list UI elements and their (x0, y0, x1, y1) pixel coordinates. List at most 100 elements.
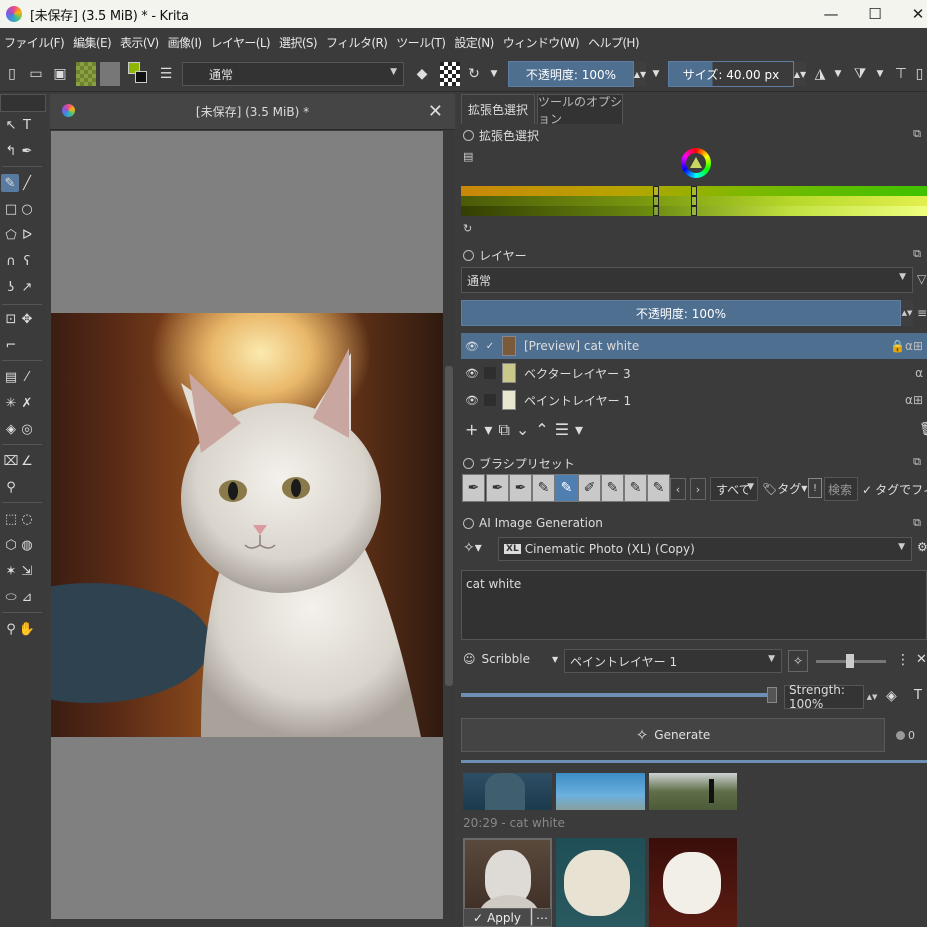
checkmark-icon[interactable]: ✓ (484, 340, 496, 352)
crop-tool-icon[interactable]: ⌐ (2, 336, 20, 354)
brush-preset-tile[interactable]: ✒ (462, 474, 485, 502)
save-icon[interactable]: ▣ (50, 62, 70, 86)
chevron-down-icon[interactable]: ▼ (650, 62, 662, 86)
color-picker-tool-icon[interactable]: ⁄ (18, 368, 36, 386)
alpha-lock-icon[interactable] (440, 62, 460, 86)
float-panel-icon[interactable]: ⧉ (913, 127, 921, 141)
freehand-path-tool-icon[interactable]: ʕ (18, 252, 36, 270)
brush-preset-tile[interactable]: ✒ (509, 474, 532, 502)
calligraphy-tool-icon[interactable]: ✒ (18, 142, 36, 160)
color-wheel-icon[interactable] (681, 148, 711, 178)
ellipse-tool-icon[interactable]: ○ (18, 200, 36, 218)
filter-by-tag-checkbox[interactable]: ✓タグでフィル (862, 481, 927, 498)
document-tab[interactable]: [未保存] (3.5 MiB) * ✕ (50, 94, 455, 130)
layer-checkbox[interactable] (484, 367, 496, 379)
visibility-eye-icon[interactable]: 👁 (465, 367, 479, 380)
menu-select[interactable]: 選択(S) (279, 34, 318, 51)
menu-filter[interactable]: フィルタ(R) (326, 34, 388, 51)
prompt-textarea[interactable]: cat white (461, 570, 927, 640)
brush-preset-tile[interactable]: ✐ (578, 474, 601, 502)
layer-row[interactable]: 👁 ✓ [Preview] cat white 🔒α⊞ (461, 333, 927, 359)
layer-lock-alpha-icon[interactable]: α (915, 366, 923, 380)
gradient-handle[interactable] (691, 206, 697, 216)
control-layer-select[interactable]: ペイントレイヤー 1 ▼ (564, 649, 782, 673)
visibility-eye-icon[interactable]: 👁 (465, 394, 479, 407)
visibility-eye-icon[interactable]: 👁 (465, 340, 479, 353)
menu-view[interactable]: 表示(V) (120, 34, 159, 51)
history-thumbnail[interactable] (463, 773, 552, 810)
maximize-button[interactable]: ☐ (852, 0, 898, 28)
layer-lock-alpha-icon[interactable]: α⊞ (905, 393, 923, 407)
freehand-brush-tool-icon[interactable]: ✎ (1, 174, 19, 192)
eraser-icon[interactable]: ◆ (412, 62, 432, 86)
delete-layer-icon[interactable]: 🗑 (919, 422, 927, 437)
enclose-fill-tool-icon[interactable]: ◎ (18, 420, 36, 438)
menu-tools[interactable]: ツール(T) (396, 34, 446, 51)
open-document-icon[interactable]: ▭ (26, 62, 46, 86)
settings-gear-icon[interactable]: ⚙ (917, 540, 927, 554)
float-panel-icon[interactable]: ⧉ (913, 516, 921, 530)
close-document-icon[interactable]: ✕ (428, 101, 443, 122)
refresh-icon[interactable]: ↻ (463, 222, 472, 235)
fg-bg-color-icon[interactable] (126, 62, 148, 86)
brush-settings-icon[interactable]: ☰ (156, 62, 176, 86)
reference-images-tool-icon[interactable]: ⚲ (2, 478, 20, 496)
style-select[interactable]: XL Cinematic Photo (XL) (Copy) ▼ (498, 537, 912, 561)
strength-slider[interactable] (461, 687, 777, 703)
pan-tool-icon[interactable]: ✋ (18, 620, 36, 638)
control-strength-slider[interactable] (816, 654, 886, 668)
history-thumbnail[interactable] (649, 773, 737, 810)
minimize-button[interactable]: — (808, 0, 854, 28)
wrap-around-icon[interactable]: ⊤ (892, 62, 910, 86)
info-icon[interactable]: ! (808, 478, 822, 498)
result-thumbnail[interactable] (556, 838, 645, 927)
brush-preset-tile[interactable]: ✎ (647, 474, 670, 502)
menu-help[interactable]: ヘルプ(H) (588, 34, 639, 51)
close-window-button[interactable]: ✕ (895, 0, 927, 28)
elliptical-selection-icon[interactable]: ◌ (18, 510, 36, 528)
brush-preset-tile-selected[interactable]: ✎ (555, 474, 578, 502)
tag-button[interactable]: 🏷 タグ ▼ (762, 480, 807, 497)
tab-tool-options[interactable]: ツールのオプション (537, 94, 623, 126)
chevron-down-icon[interactable]: ▼ (488, 62, 500, 86)
layer-row[interactable]: 👁 ベクターレイヤー 3 α (461, 360, 927, 386)
control-mode-select[interactable]: ☺ Scribble ▼ (463, 652, 558, 666)
magnetic-selection-icon[interactable]: ⊿ (18, 588, 36, 606)
layer-stack-icon[interactable]: ◈ (886, 688, 897, 704)
generate-button[interactable]: ✧ Generate (461, 718, 885, 752)
move-tool-icon[interactable]: ✥ (18, 310, 36, 328)
menu-window[interactable]: ウィンドウ(W) (503, 34, 580, 51)
scrollbar-thumb[interactable] (445, 366, 453, 686)
layer-lock-alpha-icon[interactable]: 🔒α⊞ (890, 339, 923, 353)
close-icon[interactable]: ✕ (916, 652, 927, 667)
reload-preset-icon[interactable]: ↻ (464, 62, 484, 86)
new-document-icon[interactable]: ▯ (2, 62, 22, 86)
lock-icon[interactable] (463, 458, 474, 469)
menu-settings[interactable]: 設定(N) (454, 34, 494, 51)
chevron-down-icon[interactable]: ▼ (832, 62, 844, 86)
from-image-icon[interactable]: ✧ (788, 650, 808, 672)
brush-preset-tile[interactable]: ✒ (486, 474, 509, 502)
size-spin-icon[interactable]: ▲▼ (794, 62, 806, 86)
gradient-handle[interactable] (691, 196, 697, 206)
freehand-selection-icon[interactable]: ◍ (18, 536, 36, 554)
multibrush-tool-icon[interactable]: ↗ (18, 278, 36, 296)
layer-menu-icon[interactable]: ≡ (917, 306, 927, 320)
opacity-spin-icon[interactable]: ▲▼ (634, 62, 646, 86)
menu-file[interactable]: ファイル(F) (4, 34, 65, 51)
color-selector-menu-icon[interactable]: ▤ (463, 150, 473, 163)
add-layer-icon[interactable]: +▾ (465, 420, 498, 439)
gradient-handle[interactable] (653, 186, 659, 196)
canvas-image-cat[interactable] (51, 313, 443, 737)
tab-advanced-color-selector[interactable]: 拡張色選択 (461, 94, 535, 124)
strength-input[interactable]: Strength: 100% (784, 683, 864, 711)
lock-icon[interactable] (463, 130, 474, 141)
opacity-slider[interactable]: 不透明度: 100% (508, 61, 634, 87)
generation-workspace-icon[interactable]: ✧▾ (463, 540, 482, 556)
layer-checkbox[interactable] (484, 394, 496, 406)
layer-opacity-spin-icon[interactable]: ▲▼ (901, 300, 913, 326)
preset-search-input[interactable]: 検索 (824, 477, 858, 501)
polyline-tool-icon[interactable]: ᐅ (18, 226, 36, 244)
gradient-handle[interactable] (653, 206, 659, 216)
brush-preset-tile[interactable]: ✎ (532, 474, 555, 502)
